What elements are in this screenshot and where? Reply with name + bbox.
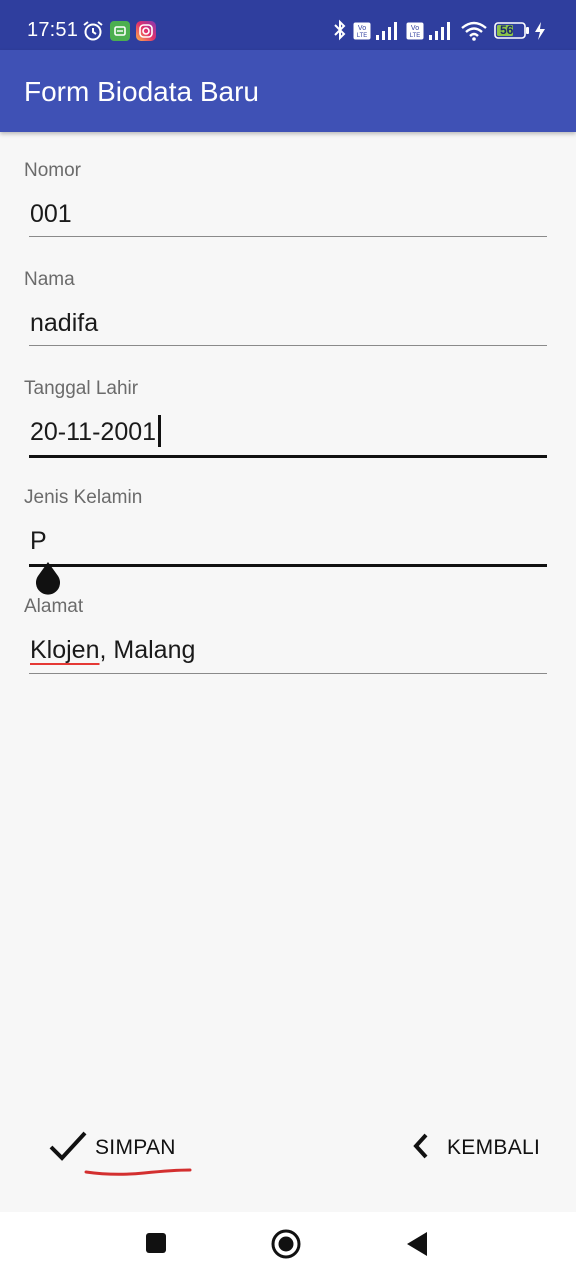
system-nav-bar bbox=[0, 1212, 576, 1280]
text-cursor bbox=[158, 415, 162, 448]
charging-icon bbox=[535, 22, 545, 40]
battery-icon: 56 bbox=[494, 22, 530, 39]
field-label-alamat: Alamat bbox=[24, 596, 84, 617]
tanggal-lahir-input[interactable]: 20-11-2001 bbox=[30, 412, 546, 452]
nomor-underline bbox=[29, 236, 547, 237]
svg-text:Vo: Vo bbox=[358, 25, 366, 32]
save-underline-mark bbox=[84, 1168, 192, 1176]
signal-icon bbox=[429, 22, 450, 40]
field-label-tanggal-lahir: Tanggal Lahir bbox=[24, 378, 139, 399]
alarm-icon bbox=[83, 21, 103, 41]
tanggal-lahir-value: 20-11-2001 bbox=[30, 418, 157, 446]
jenis-kelamin-underline bbox=[29, 564, 547, 567]
nama-input[interactable]: nadifa bbox=[30, 303, 546, 343]
status-bar: 17:51 Vo LTE Vo LTE 56 bbox=[0, 0, 576, 50]
svg-text:Vo: Vo bbox=[411, 25, 419, 32]
field-tanggal-lahir: Tanggal Lahir 20-11-2001 bbox=[0, 378, 576, 488]
tanggal-lahir-underline bbox=[29, 455, 547, 458]
alamat-value-rest: , Malang bbox=[99, 636, 196, 664]
field-label-nomor: Nomor bbox=[24, 160, 82, 181]
battery-level: 56 bbox=[500, 23, 514, 37]
recents-icon[interactable] bbox=[146, 1233, 166, 1253]
jenis-kelamin-input[interactable]: P bbox=[30, 521, 546, 561]
field-alamat: Alamat Klojen, Malang bbox=[0, 596, 576, 706]
back-icon[interactable] bbox=[405, 1230, 429, 1258]
instagram-icon bbox=[136, 21, 156, 41]
nama-underline bbox=[29, 345, 547, 346]
misspelled-word: Klojen bbox=[30, 636, 100, 664]
app-notification-icon bbox=[110, 21, 130, 41]
back-button[interactable]: KEMBALI bbox=[404, 1122, 544, 1172]
field-nama: Nama nadifa bbox=[0, 269, 576, 379]
app-bar: Form Biodata Baru bbox=[0, 50, 576, 132]
nomor-input[interactable]: 001 bbox=[30, 194, 546, 234]
signal-icon bbox=[376, 22, 397, 40]
wifi-icon bbox=[461, 21, 487, 41]
alamat-underline bbox=[29, 673, 547, 674]
page-title: Form Biodata Baru bbox=[24, 76, 259, 107]
status-time: 17:51 bbox=[27, 19, 79, 41]
back-label: KEMBALI bbox=[447, 1136, 541, 1159]
svg-text:LTE: LTE bbox=[410, 33, 421, 39]
volte-icon: Vo LTE bbox=[406, 22, 424, 40]
home-icon[interactable] bbox=[270, 1228, 302, 1260]
field-jenis-kelamin: Jenis Kelamin P bbox=[0, 487, 576, 597]
field-label-nama: Nama bbox=[24, 269, 75, 290]
check-icon bbox=[49, 1131, 87, 1161]
volte-icon: Vo LTE bbox=[353, 22, 371, 40]
text-selection-handle[interactable] bbox=[33, 562, 63, 598]
save-button[interactable]: SIMPAN bbox=[44, 1122, 194, 1176]
bluetooth-icon bbox=[334, 19, 346, 41]
field-label-jenis-kelamin: Jenis Kelamin bbox=[24, 487, 143, 508]
field-nomor: Nomor 001 bbox=[0, 160, 576, 270]
alamat-input[interactable]: Klojen, Malang bbox=[30, 630, 546, 670]
save-label: SIMPAN bbox=[95, 1136, 176, 1159]
svg-text:LTE: LTE bbox=[357, 33, 368, 39]
chevron-left-icon bbox=[413, 1133, 428, 1159]
